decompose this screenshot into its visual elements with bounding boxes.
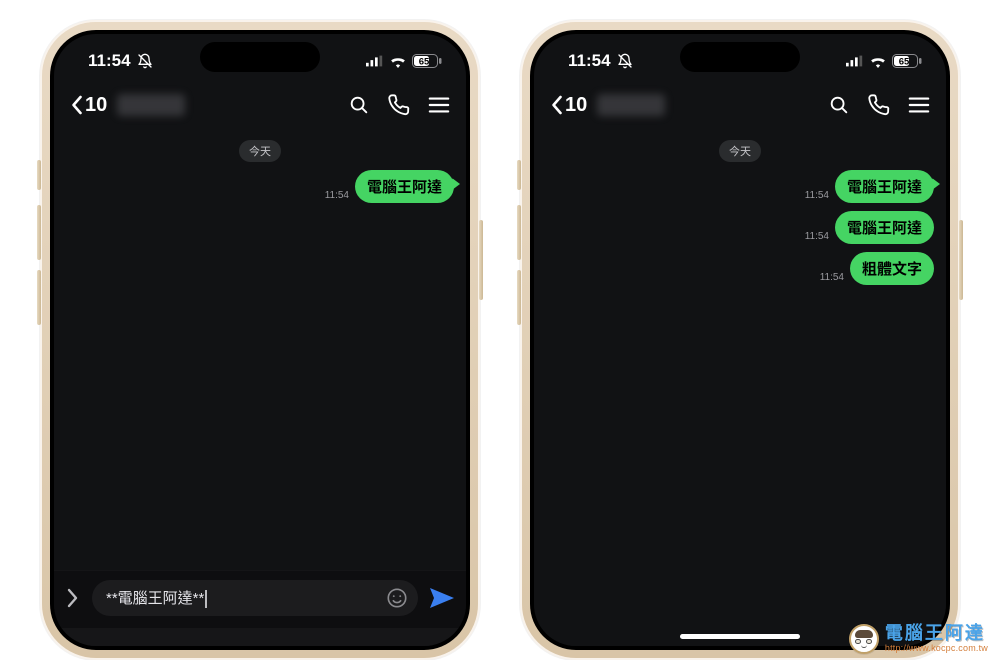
search-icon	[348, 94, 370, 116]
status-time: 11:54	[568, 51, 611, 71]
svg-text:65: 65	[419, 57, 430, 68]
search-button[interactable]	[348, 94, 370, 116]
bell-slash-icon	[137, 53, 153, 69]
back-badge: 10	[565, 94, 587, 117]
text-cursor	[205, 590, 207, 608]
menu-button[interactable]	[428, 96, 450, 114]
keyboard-strip	[54, 628, 466, 646]
message-row[interactable]: 11:54 電腦王阿達	[805, 211, 934, 244]
dynamic-island	[200, 42, 320, 72]
power-button	[959, 220, 963, 300]
bezel: 11:54 65	[530, 30, 950, 650]
volume-up-button	[37, 205, 41, 260]
search-button[interactable]	[828, 94, 850, 116]
back-button[interactable]: 10	[70, 94, 107, 117]
watermark: 電腦王阿達 http://www.kocpc.com.tw	[849, 624, 988, 654]
dynamic-island	[680, 42, 800, 72]
message-time: 11:54	[325, 190, 349, 203]
message-input[interactable]: **電腦王阿達**	[92, 580, 418, 616]
cellular-icon	[366, 55, 384, 67]
date-separator: 今天	[719, 140, 761, 162]
message-row[interactable]: 11:54 粗體文字	[820, 252, 934, 285]
screen: 11:54 65	[54, 34, 466, 646]
message-time: 11:54	[805, 190, 829, 203]
switch-button	[37, 160, 41, 190]
watermark-title: 電腦王阿達	[885, 624, 988, 644]
send-button[interactable]	[428, 586, 456, 610]
menu-button[interactable]	[908, 96, 930, 114]
battery-icon: 65	[412, 54, 442, 68]
messages-list: 11:54 電腦王阿達 11:54 電腦王阿達 11:54 粗體文字	[534, 168, 946, 287]
message-bubble: 電腦王阿達	[835, 170, 934, 203]
power-button	[479, 220, 483, 300]
call-button[interactable]	[388, 94, 410, 116]
bezel: 11:54 65	[50, 30, 470, 650]
wifi-icon	[389, 55, 407, 68]
status-time: 11:54	[88, 51, 131, 71]
battery-icon: 65	[892, 54, 922, 68]
message-bubble: 電腦王阿達	[355, 170, 454, 203]
chat-area[interactable]: 今天 11:54 電腦王阿達 11:54 電腦王阿達 11:54 粗體文字	[534, 130, 946, 616]
phone-right: 11:54 65	[520, 20, 960, 660]
search-icon	[828, 94, 850, 116]
back-badge: 10	[85, 94, 107, 117]
phone-left: 11:54 65	[40, 20, 480, 660]
call-button[interactable]	[868, 94, 890, 116]
message-bubble: 粗體文字	[850, 252, 934, 285]
phone-icon	[388, 94, 410, 116]
watermark-url: http://www.kocpc.com.tw	[885, 644, 988, 654]
date-separator: 今天	[239, 140, 281, 162]
message-row[interactable]: 11:54 電腦王阿達	[325, 170, 454, 203]
message-time: 11:54	[805, 231, 829, 244]
smile-icon	[386, 587, 408, 609]
send-icon	[428, 586, 456, 610]
screen: 11:54 65	[534, 34, 946, 646]
cellular-icon	[846, 55, 864, 67]
watermark-avatar-icon	[849, 624, 879, 654]
input-bar: **電腦王阿達**	[54, 570, 466, 628]
chevron-left-icon	[550, 95, 563, 115]
message-time: 11:54	[820, 272, 844, 285]
menu-icon	[428, 96, 450, 114]
menu-icon	[908, 96, 930, 114]
message-input-text: **電腦王阿達**	[106, 587, 378, 608]
chevron-left-icon	[70, 95, 83, 115]
message-bubble: 電腦王阿達	[835, 211, 934, 244]
home-indicator[interactable]	[680, 634, 800, 639]
chat-title-blurred	[597, 94, 665, 116]
expand-input-button[interactable]	[64, 588, 82, 608]
switch-button	[517, 160, 521, 190]
chat-area[interactable]: 今天 11:54 電腦王阿達	[54, 130, 466, 570]
back-button[interactable]: 10	[550, 94, 587, 117]
chat-title-blurred	[117, 94, 185, 116]
volume-up-button	[517, 205, 521, 260]
wifi-icon	[869, 55, 887, 68]
message-row[interactable]: 11:54 電腦王阿達	[805, 170, 934, 203]
chat-nav-bar: 10	[534, 80, 946, 130]
volume-down-button	[37, 270, 41, 325]
chevron-right-icon	[66, 588, 80, 608]
messages-list: 11:54 電腦王阿達	[54, 168, 466, 205]
chat-nav-bar: 10	[54, 80, 466, 130]
volume-down-button	[517, 270, 521, 325]
emoji-button[interactable]	[386, 587, 408, 609]
svg-text:65: 65	[899, 57, 910, 68]
bell-slash-icon	[617, 53, 633, 69]
phone-icon	[868, 94, 890, 116]
